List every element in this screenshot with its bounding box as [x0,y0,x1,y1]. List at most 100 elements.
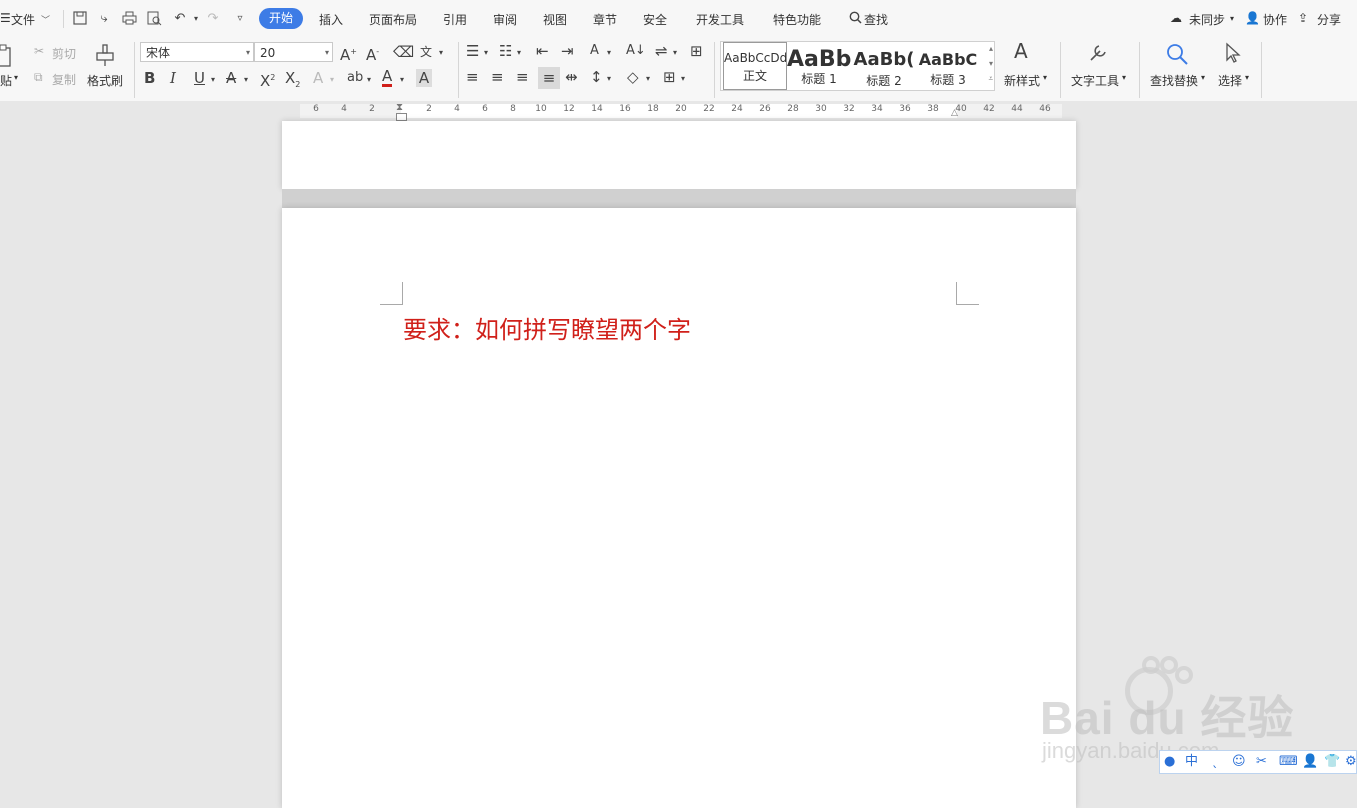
format-painter-icon[interactable] [94,43,116,69]
paste-button[interactable]: 贴 [0,72,12,89]
distribute-icon[interactable]: ⇹ [565,68,578,86]
select-button[interactable]: 选择 [1218,72,1242,89]
right-indent-marker[interactable]: △ [951,108,958,118]
highlight-icon[interactable]: ab [347,69,363,87]
text-tools-button[interactable]: 文字工具 [1071,72,1119,89]
copy-icon[interactable]: ⧉ [34,70,43,85]
tab-review[interactable]: 审阅 [493,11,517,28]
ime-settings-icon[interactable]: ⚙ [1345,754,1357,770]
search-label[interactable]: 查找 [864,11,888,28]
chevron-down-icon[interactable]: ▾ [1043,73,1047,82]
strikethrough-icon[interactable]: A [226,69,236,87]
first-line-indent-marker[interactable]: ⧗ [396,102,403,113]
chevron-down-icon[interactable]: ▾ [1122,73,1126,82]
underline-icon[interactable]: U [194,69,205,87]
undo-dropdown-icon[interactable]: ▾ [188,11,204,27]
font-color-icon[interactable]: A [382,68,393,87]
export-pdf-icon[interactable]: ⤷ [96,11,112,27]
save-icon[interactable] [72,11,88,27]
hamburger-icon[interactable]: ☰ [0,11,11,25]
align-center-icon[interactable]: ≡ [491,68,504,86]
char-shading-icon[interactable]: A [416,69,432,87]
share-button[interactable]: 分享 [1317,11,1341,28]
superscript-icon[interactable]: X2 [260,69,275,90]
line-spacing-icon[interactable]: ↕ [590,68,603,86]
ime-keyboard-icon[interactable]: ⌨ [1279,754,1298,770]
chevron-down-icon[interactable]: ▾ [330,71,334,89]
ime-user-icon[interactable]: 👤 [1302,754,1318,770]
undo-icon[interactable]: ↶ [172,11,188,27]
chevron-down-icon[interactable]: ▾ [607,44,611,62]
text-effect-icon[interactable]: A [313,69,323,87]
print-preview-icon[interactable] [146,11,162,27]
chevron-down-icon[interactable]: ▾ [681,70,685,88]
redo-icon[interactable]: ↷ [205,11,221,27]
style-heading-3[interactable]: AaBbC 标题 3 [917,42,979,90]
numbered-list-icon[interactable]: ☷ [499,42,512,60]
tab-page-layout[interactable]: 页面布局 [369,11,417,28]
ime-skin-icon[interactable]: 👕 [1324,754,1340,770]
chevron-down-icon[interactable]: ▾ [673,44,677,62]
new-style-icon[interactable]: A [1014,41,1028,61]
print-icon[interactable] [121,11,137,27]
style-heading-1[interactable]: AaBb 标题 1 [787,42,851,90]
bullet-list-icon[interactable]: ☰ [466,42,479,60]
decrease-indent-icon[interactable]: ⇤ [536,42,549,60]
collaborate-button[interactable]: 协作 [1263,11,1287,28]
ime-chinese-mode-icon[interactable]: 中 [1185,754,1198,770]
bold-icon[interactable]: B [144,69,155,87]
text-direction-icon[interactable]: A [590,42,599,60]
paste-dropdown-icon[interactable]: ▾ [14,73,18,82]
sync-status[interactable]: 未同步 [1189,11,1225,28]
expand-gallery-icon[interactable]: ⩡ [988,74,993,84]
tab-developer[interactable]: 开发工具 [696,11,744,28]
chevron-down-icon[interactable]: ▾ [517,44,521,62]
copy-button[interactable]: 复制 [52,71,76,88]
scroll-down-icon[interactable]: ▾ [989,59,993,68]
style-normal[interactable]: AaBbCcDd 正文 [723,42,787,90]
sort-icon[interactable]: A↓ [626,42,646,60]
collaborate-icon[interactable]: 👤 [1245,11,1260,25]
find-replace-icon[interactable] [1165,42,1189,70]
style-heading-2[interactable]: AaBb( 标题 2 [852,42,916,90]
chevron-down-icon[interactable]: ▾ [439,44,443,62]
find-replace-button[interactable]: 查找替换 [1150,72,1198,89]
cloud-sync-icon[interactable]: ☁ [1170,11,1182,25]
chevron-down-icon[interactable]: ▾ [1201,73,1205,82]
sync-dropdown-icon[interactable]: ▾ [1230,14,1234,23]
tab-insert[interactable]: 插入 [319,11,343,28]
align-right-icon[interactable]: ≡ [516,68,529,86]
borders-icon[interactable]: ⊞ [663,68,676,86]
share-icon[interactable]: ⇪ [1298,11,1308,25]
shading-icon[interactable]: ◇ [627,68,639,86]
chevron-down-icon[interactable]: ▾ [367,71,371,89]
increase-indent-icon[interactable]: ⇥ [561,42,574,60]
chevron-down-icon[interactable]: ▾ [211,71,215,89]
font-size-select[interactable]: 20 ▾ [254,42,333,62]
chevron-down-icon[interactable]: ﹀ [41,13,50,26]
cursor-select-icon[interactable] [1224,42,1242,68]
show-marks-icon[interactable]: ⊞ [690,42,703,60]
phonetic-guide-icon[interactable]: 文 [420,43,432,61]
customize-quick-access-icon[interactable]: ▿ [232,11,248,27]
scissors-icon[interactable]: ✂ [34,44,44,58]
font-name-select[interactable]: 宋体 ▾ [140,42,254,62]
search-icon[interactable] [849,11,862,27]
ime-logo-icon[interactable]: ● [1164,754,1175,770]
tab-security[interactable]: 安全 [643,11,667,28]
ime-punctuation-icon[interactable]: ˎ [1212,754,1219,770]
wrench-icon[interactable] [1087,42,1109,66]
file-menu[interactable]: 文件 [11,11,35,28]
line-break-icon[interactable]: ⇌ [655,42,668,60]
left-indent-marker[interactable] [396,113,407,121]
shrink-font-icon[interactable]: A- [366,43,379,64]
chevron-down-icon[interactable]: ▾ [484,44,488,62]
cut-button[interactable]: 剪切 [52,45,76,62]
document-text[interactable]: 要求：如何拼写瞭望两个字 [403,310,691,345]
chevron-down-icon[interactable]: ▾ [607,70,611,88]
scroll-up-icon[interactable]: ▴ [989,44,993,53]
chevron-down-icon[interactable]: ▾ [1245,73,1249,82]
new-style-button[interactable]: 新样式 [1004,72,1040,89]
chevron-down-icon[interactable]: ▾ [244,71,248,89]
ime-emoji-icon[interactable]: ☺ [1232,754,1246,770]
